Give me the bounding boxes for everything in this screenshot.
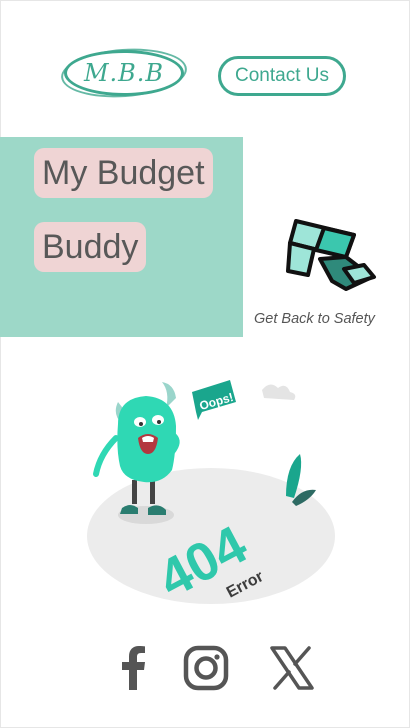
x-button[interactable] bbox=[268, 644, 316, 692]
error-404-illustration: 404 Error Oops! bbox=[87, 380, 335, 606]
logo-text: M.B.B bbox=[83, 59, 165, 87]
hero-title-line2: Buddy bbox=[34, 222, 147, 272]
x-twitter-icon bbox=[270, 646, 314, 690]
facebook-icon bbox=[122, 646, 145, 690]
speech-bubble: Oops! bbox=[192, 380, 236, 420]
instagram-button[interactable] bbox=[182, 644, 230, 692]
hero-title-line1: My Budget bbox=[34, 148, 213, 198]
page-frame bbox=[0, 0, 410, 728]
logo-blocks-icon[interactable] bbox=[284, 213, 380, 295]
facebook-button[interactable] bbox=[110, 644, 158, 692]
back-to-safety-link[interactable]: Get Back to Safety bbox=[254, 311, 399, 327]
contact-us-button[interactable]: Contact Us bbox=[218, 56, 346, 96]
brand-logo[interactable]: M.B.B bbox=[64, 50, 184, 96]
instagram-icon bbox=[183, 645, 229, 691]
contact-us-label: Contact Us bbox=[235, 65, 329, 86]
